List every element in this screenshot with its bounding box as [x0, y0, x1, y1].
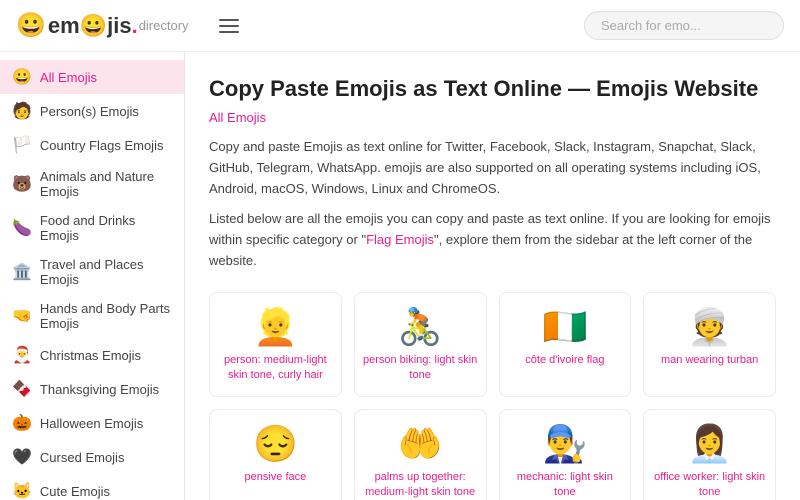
emoji-card-1[interactable]: 🚴 person biking: light skin tone [354, 292, 487, 397]
sidebar-emoji-hands: 🤜 [12, 306, 32, 326]
emoji-label-0: person: medium-light skin tone, curly ha… [218, 353, 333, 384]
logo-text: em😀jis [48, 13, 132, 39]
sidebar-label-all-emojis: All Emojis [40, 70, 97, 85]
logo[interactable]: 😀 em😀jis . directory [16, 11, 189, 40]
sidebar-label-persons: Person(s) Emojis [40, 104, 139, 119]
sidebar: 😀 All Emojis 🧑 Person(s) Emojis 🏳️ Country Fl… [0, 52, 185, 500]
hamburger-line-2 [219, 25, 239, 27]
sidebar-item-hands[interactable]: 🤜 Hands and Body Parts Emojis [0, 294, 184, 338]
description-1: Copy and paste Emojis as text online for… [209, 137, 776, 199]
sidebar-label-thanksgiving: Thanksgiving Emojis [40, 382, 159, 397]
sidebar-item-cursed[interactable]: 🖤 Cursed Emojis [0, 440, 184, 474]
emoji-char-1: 🚴 [398, 309, 443, 345]
sidebar-item-travel[interactable]: 🏛️ Travel and Places Emojis [0, 250, 184, 294]
emoji-char-0: 👱 [253, 309, 298, 345]
emoji-label-1: person biking: light skin tone [363, 353, 478, 384]
emoji-label-5: palms up together: medium-light skin ton… [363, 470, 478, 500]
emoji-card-7[interactable]: 👩‍💼 office worker: light skin tone [643, 409, 776, 500]
sidebar-emoji-animals: 🐻 [12, 174, 32, 194]
emoji-grid: 👱 person: medium-light skin tone, curly … [209, 292, 776, 500]
sidebar-emoji-christmas: 🎅 [12, 345, 32, 365]
emoji-card-4[interactable]: 😔 pensive face [209, 409, 342, 500]
sidebar-label-cute: Cute Emojis [40, 484, 110, 499]
hamburger-line-1 [219, 19, 239, 21]
logo-emoji: 😀 [16, 11, 46, 40]
sidebar-label-cursed: Cursed Emojis [40, 450, 125, 465]
emoji-label-4: pensive face [244, 470, 306, 485]
sidebar-item-all-emojis[interactable]: 😀 All Emojis [0, 60, 184, 94]
sidebar-item-food[interactable]: 🍆 Food and Drinks Emojis [0, 206, 184, 250]
sidebar-emoji-travel: 🏛️ [12, 262, 32, 282]
sidebar-emoji-thanksgiving: 🍫 [12, 379, 32, 399]
emoji-card-6[interactable]: 👨‍🔧 mechanic: light skin tone [499, 409, 632, 500]
sidebar-label-christmas: Christmas Emojis [40, 348, 141, 363]
page-title: Copy Paste Emojis as Text Online — Emoji… [209, 76, 776, 102]
sidebar-item-animals[interactable]: 🐻 Animals and Nature Emojis [0, 162, 184, 206]
sidebar-item-cute[interactable]: 🐱 Cute Emojis [0, 474, 184, 500]
sidebar-emoji-cute: 🐱 [12, 481, 32, 500]
emoji-char-3: 👳 [687, 309, 732, 345]
sidebar-item-christmas[interactable]: 🎅 Christmas Emojis [0, 338, 184, 372]
sidebar-emoji-food: 🍆 [12, 218, 32, 238]
main-content: Copy Paste Emojis as Text Online — Emoji… [185, 52, 800, 500]
emoji-char-7: 👩‍💼 [687, 426, 732, 462]
sidebar-label-country-flags: Country Flags Emojis [40, 138, 164, 153]
emoji-label-6: mechanic: light skin tone [508, 470, 623, 500]
sidebar-label-travel: Travel and Places Emojis [40, 257, 172, 287]
search-input[interactable]: Search for emo... [584, 11, 784, 40]
sidebar-item-country-flags[interactable]: 🏳️ Country Flags Emojis [0, 128, 184, 162]
emoji-char-5: 🤲 [398, 426, 443, 462]
emoji-card-2[interactable]: 🇨🇮 côte d'ivoire flag [499, 292, 632, 397]
sidebar-label-halloween: Halloween Emojis [40, 416, 143, 431]
emoji-char-2: 🇨🇮 [542, 309, 587, 345]
emoji-card-5[interactable]: 🤲 palms up together: medium-light skin t… [354, 409, 487, 500]
sidebar-emoji-country-flags: 🏳️ [12, 135, 32, 155]
hamburger-line-3 [219, 31, 239, 33]
emoji-label-7: office worker: light skin tone [652, 470, 767, 500]
hamburger-button[interactable] [213, 13, 245, 39]
emoji-label-3: man wearing turban [661, 353, 758, 368]
sidebar-item-thanksgiving[interactable]: 🍫 Thanksgiving Emojis [0, 372, 184, 406]
emoji-char-6: 👨‍🔧 [542, 426, 587, 462]
emoji-label-2: côte d'ivoire flag [525, 353, 604, 368]
sidebar-emoji-halloween: 🎃 [12, 413, 32, 433]
main-layout: 😀 All Emojis 🧑 Person(s) Emojis 🏳️ Country Fl… [0, 52, 800, 500]
sidebar-item-persons[interactable]: 🧑 Person(s) Emojis [0, 94, 184, 128]
emoji-card-3[interactable]: 👳 man wearing turban [643, 292, 776, 397]
flag-emojis-link[interactable]: Flag Emojis [366, 232, 434, 247]
sidebar-label-food: Food and Drinks Emojis [40, 213, 172, 243]
sidebar-item-halloween[interactable]: 🎃 Halloween Emojis [0, 406, 184, 440]
sidebar-emoji-cursed: 🖤 [12, 447, 32, 467]
logo-dot: . [132, 13, 138, 39]
logo-directory: directory [139, 18, 189, 33]
breadcrumb-link[interactable]: All Emojis [209, 110, 776, 125]
sidebar-emoji-persons: 🧑 [12, 101, 32, 121]
sidebar-label-hands: Hands and Body Parts Emojis [40, 301, 172, 331]
top-navigation: 😀 em😀jis . directory Search for emo... [0, 0, 800, 52]
description-2: Listed below are all the emojis you can … [209, 209, 776, 271]
emoji-card-0[interactable]: 👱 person: medium-light skin tone, curly … [209, 292, 342, 397]
sidebar-emoji-all-emojis: 😀 [12, 67, 32, 87]
sidebar-label-animals: Animals and Nature Emojis [40, 169, 172, 199]
emoji-char-4: 😔 [253, 426, 298, 462]
